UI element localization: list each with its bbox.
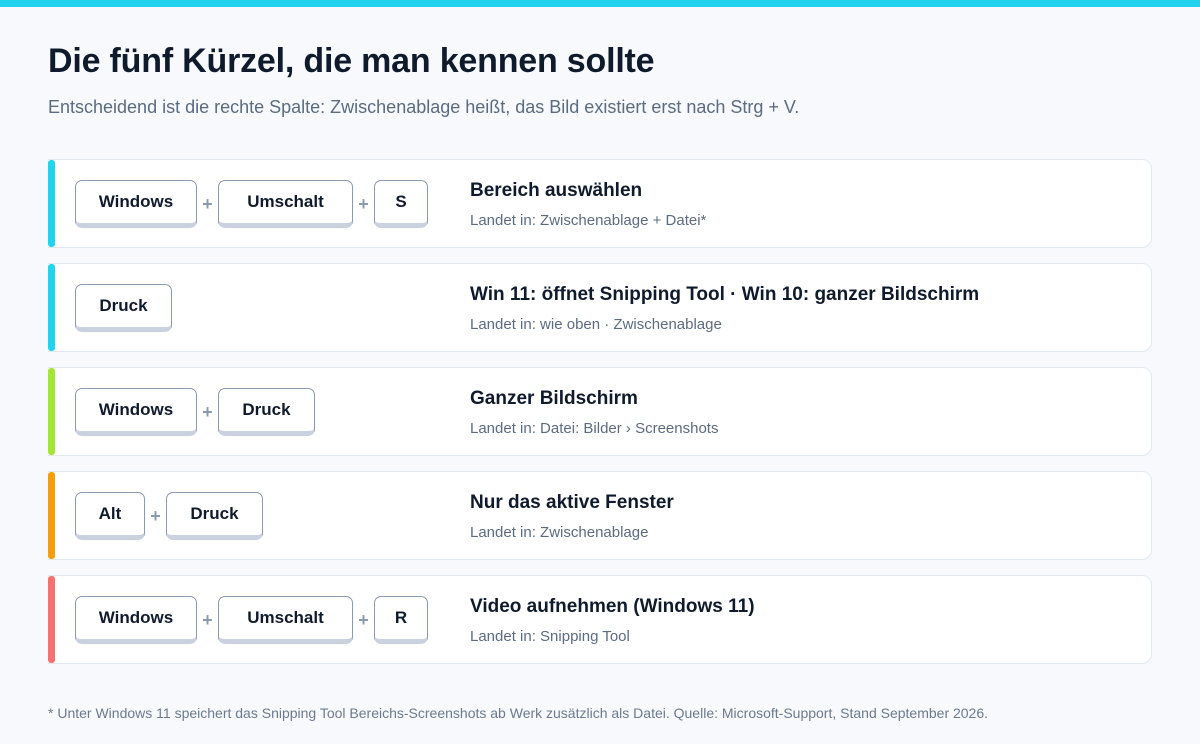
footnote: * Unter Windows 11 speichert das Snippin… xyxy=(48,705,989,721)
shortcut-row: Windows + Druck Ganzer Bildschirm Landet… xyxy=(48,367,1152,456)
key-cap: Alt xyxy=(75,492,145,540)
key-cap: S xyxy=(374,180,428,228)
shortcut-info: Nur das aktive Fenster Landet in: Zwisch… xyxy=(470,492,674,541)
top-accent-bar xyxy=(0,0,1200,7)
shortcut-info: Bereich auswählen Landet in: Zwischenabl… xyxy=(470,180,706,229)
key-cap: Druck xyxy=(166,492,263,540)
shortcut-destination: Landet in: Datei: Bilder › Screenshots xyxy=(470,420,719,437)
shortcut-destination: Landet in: Snipping Tool xyxy=(470,628,630,645)
shortcut-action: Ganzer Bildschirm xyxy=(470,388,638,409)
shortcut-list: Windows + Umschalt + S Bereich auswählen… xyxy=(48,159,1152,679)
key-cap: Druck xyxy=(218,388,315,436)
shortcut-info: Ganzer Bildschirm Landet in: Datei: Bild… xyxy=(470,388,718,437)
shortcut-action: Nur das aktive Fenster xyxy=(470,492,674,513)
shortcut-destination: Landet in: Zwischenablage + Datei* xyxy=(470,212,707,229)
key-cap: R xyxy=(374,596,428,644)
page-subtitle: Entscheidend ist die rechte Spalte: Zwis… xyxy=(48,97,800,117)
row-accent-bar xyxy=(48,576,55,663)
plus-separator: + xyxy=(358,193,369,214)
shortcut-info: Video aufnehmen (Windows 11) Landet in: … xyxy=(470,596,755,645)
shortcut-row: Druck Win 11: öffnet Snipping Tool · Win… xyxy=(48,263,1152,352)
key-combo: Windows + Umschalt + S xyxy=(75,180,428,228)
shortcut-action: Bereich auswählen xyxy=(470,180,643,201)
key-combo: Windows + Druck xyxy=(75,388,315,436)
page-title: Die fünf Kürzel, die man kennen sollte xyxy=(48,42,655,80)
key-cap: Windows xyxy=(75,596,197,644)
plus-separator: + xyxy=(202,401,213,422)
shortcut-action: Video aufnehmen (Windows 11) xyxy=(470,596,755,617)
key-cap: Windows xyxy=(75,180,197,228)
shortcut-info: Win 11: öffnet Snipping Tool · Win 10: g… xyxy=(470,284,979,333)
key-cap: Umschalt xyxy=(218,596,353,644)
row-accent-bar xyxy=(48,368,55,455)
shortcut-destination: Landet in: Zwischenablage xyxy=(470,524,649,541)
plus-separator: + xyxy=(202,609,213,630)
key-combo: Alt + Druck xyxy=(75,492,263,540)
row-accent-bar xyxy=(48,264,55,351)
shortcut-row: Windows + Umschalt + R Video aufnehmen (… xyxy=(48,575,1152,664)
row-accent-bar xyxy=(48,472,55,559)
plus-separator: + xyxy=(150,505,161,526)
row-accent-bar xyxy=(48,160,55,247)
key-cap: Umschalt xyxy=(218,180,353,228)
key-cap: Windows xyxy=(75,388,197,436)
key-combo: Druck xyxy=(75,284,172,332)
shortcut-row: Alt + Druck Nur das aktive Fenster Lande… xyxy=(48,471,1152,560)
shortcut-row: Windows + Umschalt + S Bereich auswählen… xyxy=(48,159,1152,248)
shortcut-action: Win 11: öffnet Snipping Tool · Win 10: g… xyxy=(470,284,980,305)
shortcut-destination: Landet in: wie oben · Zwischenablage xyxy=(470,316,722,333)
plus-separator: + xyxy=(202,193,213,214)
key-cap: Druck xyxy=(75,284,172,332)
plus-separator: + xyxy=(358,609,369,630)
key-combo: Windows + Umschalt + R xyxy=(75,596,428,644)
